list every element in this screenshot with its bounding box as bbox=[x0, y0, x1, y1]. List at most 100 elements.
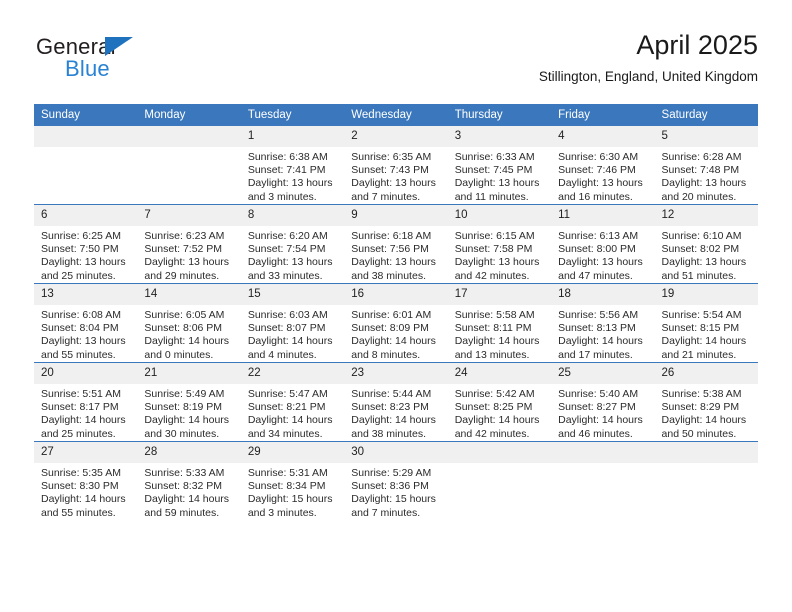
sunset-text: Sunset: 8:34 PM bbox=[247, 480, 326, 493]
calendar-day-cell[interactable]: 12 Sunrise: 6:10 AM Sunset: 8:02 PM Dayligh… bbox=[654, 204, 758, 284]
sunrise-text: Sunrise: 6:10 AM bbox=[661, 230, 742, 242]
calendar-day-cell[interactable]: 8 Sunrise: 6:20 AM Sunset: 7:54 PM Daylight… bbox=[240, 204, 345, 284]
day-details: Sunrise: 6:05 AM Sunset: 8:06 PM Daylight:… bbox=[137, 305, 240, 362]
calendar-day-cell[interactable]: 18 Sunrise: 5:56 AM Sunset: 8:13 PM Dayligh… bbox=[551, 283, 655, 363]
calendar-day-cell[interactable]: 13 Sunrise: 6:08 AM Sunset: 8:04 PM Dayligh… bbox=[34, 283, 138, 363]
daylight-text: Daylight: 13 hours and 51 minutes. bbox=[661, 256, 747, 282]
sunrise-text: Sunrise: 5:54 AM bbox=[661, 309, 742, 321]
sunrise-text: Sunrise: 6:08 AM bbox=[41, 309, 121, 321]
day-number: 16 bbox=[344, 284, 448, 305]
calendar-day-cell[interactable]: 2 Sunrise: 6:35 AM Sunset: 7:43 PM Daylight… bbox=[344, 126, 448, 205]
sunrise-text: Sunrise: 6:28 AM bbox=[661, 151, 742, 163]
calendar-day-cell[interactable]: 11 Sunrise: 6:13 AM Sunset: 8:00 PM Dayligh… bbox=[551, 204, 655, 284]
sunset-text: Sunset: 8:07 PM bbox=[247, 322, 326, 335]
daylight-text: Daylight: 14 hours and 38 minutes. bbox=[351, 414, 436, 440]
day-details: Sunrise: 6:25 AM Sunset: 7:50 PM Daylight:… bbox=[34, 226, 137, 283]
calendar-day-cell[interactable]: 3 Sunrise: 6:33 AM Sunset: 7:45 PM Daylight… bbox=[447, 126, 552, 205]
day-number bbox=[137, 126, 241, 147]
calendar-day-cell[interactable]: 5 Sunrise: 6:28 AM Sunset: 7:48 PM Daylight… bbox=[654, 126, 758, 205]
calendar-day-cell[interactable]: 25 Sunrise: 5:40 AM Sunset: 8:27 PM Dayligh… bbox=[551, 362, 655, 442]
calendar-day-cell[interactable]: 16 Sunrise: 6:01 AM Sunset: 8:09 PM Dayligh… bbox=[344, 283, 448, 363]
day-number bbox=[34, 126, 138, 147]
calendar-cell-empty bbox=[137, 126, 241, 205]
calendar-day-cell[interactable]: 19 Sunrise: 5:54 AM Sunset: 8:15 PM Dayligh… bbox=[654, 283, 758, 363]
sunset-text: Sunset: 7:45 PM bbox=[454, 164, 533, 177]
calendar-day-cell[interactable]: 10 Sunrise: 6:15 AM Sunset: 7:58 PM Dayligh… bbox=[447, 204, 552, 284]
calendar-day-cell[interactable]: 21 Sunrise: 5:49 AM Sunset: 8:19 PM Dayligh… bbox=[137, 362, 241, 442]
sunset-text: Sunset: 7:50 PM bbox=[41, 243, 119, 256]
daylight-text: Daylight: 14 hours and 8 minutes. bbox=[351, 335, 436, 361]
sunrise-text: Sunrise: 5:29 AM bbox=[351, 467, 432, 479]
day-number: 15 bbox=[240, 284, 345, 305]
calendar-day-cell[interactable]: 6 Sunrise: 6:25 AM Sunset: 7:50 PM Daylight… bbox=[34, 204, 138, 284]
sunrise-text: Sunrise: 6:30 AM bbox=[558, 151, 639, 163]
daylight-text: Daylight: 13 hours and 3 minutes. bbox=[247, 177, 333, 203]
calendar-day-cell[interactable]: 27 Sunrise: 5:35 AM Sunset: 8:30 PM Dayligh… bbox=[34, 441, 138, 520]
calendar-day-cell[interactable]: 14 Sunrise: 6:05 AM Sunset: 8:06 PM Dayligh… bbox=[137, 283, 241, 363]
calendar-day-cell[interactable]: 29 Sunrise: 5:31 AM Sunset: 8:34 PM Dayligh… bbox=[240, 441, 345, 520]
sunrise-text: Sunrise: 6:33 AM bbox=[454, 151, 535, 163]
sunset-text: Sunset: 7:48 PM bbox=[661, 164, 740, 177]
daylight-text: Daylight: 13 hours and 33 minutes. bbox=[247, 256, 333, 282]
sunrise-text: Sunrise: 6:01 AM bbox=[351, 309, 432, 321]
calendar-day-cell[interactable]: 9 Sunrise: 6:18 AM Sunset: 7:56 PM Daylight… bbox=[344, 204, 448, 284]
weekday-header-wednesday: Wednesday bbox=[344, 104, 448, 126]
calendar-day-cell[interactable]: 20 Sunrise: 5:51 AM Sunset: 8:17 PM Dayligh… bbox=[34, 362, 138, 442]
sunrise-text: Sunrise: 5:40 AM bbox=[558, 388, 639, 400]
sunset-text: Sunset: 8:36 PM bbox=[351, 480, 429, 493]
day-details: Sunrise: 6:10 AM Sunset: 8:02 PM Daylight:… bbox=[655, 226, 758, 283]
day-number: 2 bbox=[344, 126, 448, 147]
day-details: Sunrise: 5:49 AM Sunset: 8:19 PM Daylight:… bbox=[137, 384, 240, 441]
calendar-day-cell[interactable]: 23 Sunrise: 5:44 AM Sunset: 8:23 PM Dayligh… bbox=[344, 362, 448, 442]
sunrise-text: Sunrise: 6:35 AM bbox=[351, 151, 432, 163]
calendar-day-cell[interactable]: 4 Sunrise: 6:30 AM Sunset: 7:46 PM Daylight… bbox=[551, 126, 655, 205]
day-details: Sunrise: 5:29 AM Sunset: 8:36 PM Daylight:… bbox=[344, 463, 447, 520]
day-number: 10 bbox=[447, 205, 552, 226]
day-details: Sunrise: 5:51 AM Sunset: 8:17 PM Daylight:… bbox=[34, 384, 137, 441]
day-details: Sunrise: 5:44 AM Sunset: 8:23 PM Daylight:… bbox=[344, 384, 447, 441]
daylight-text: Daylight: 14 hours and 59 minutes. bbox=[144, 493, 230, 519]
calendar-week-row: 13 Sunrise: 6:08 AM Sunset: 8:04 PM Dayligh… bbox=[34, 283, 758, 363]
day-details: Sunrise: 6:08 AM Sunset: 8:04 PM Daylight:… bbox=[34, 305, 137, 362]
day-number: 22 bbox=[240, 363, 345, 384]
calendar-day-cell[interactable]: 30 Sunrise: 5:29 AM Sunset: 8:36 PM Dayligh… bbox=[344, 441, 448, 520]
sunset-text: Sunset: 7:46 PM bbox=[558, 164, 636, 177]
calendar-day-cell[interactable]: 1 Sunrise: 6:38 AM Sunset: 7:41 PM Daylight… bbox=[240, 126, 345, 205]
day-details: Sunrise: 5:33 AM Sunset: 8:32 PM Daylight:… bbox=[137, 463, 240, 520]
day-details: Sunrise: 6:38 AM Sunset: 7:41 PM Daylight:… bbox=[241, 147, 344, 204]
daylight-text: Daylight: 14 hours and 42 minutes. bbox=[454, 414, 540, 440]
day-number: 9 bbox=[344, 205, 448, 226]
sunset-text: Sunset: 8:17 PM bbox=[41, 401, 119, 414]
calendar-day-cell[interactable]: 17 Sunrise: 5:58 AM Sunset: 8:11 PM Dayligh… bbox=[447, 283, 552, 363]
day-number: 21 bbox=[137, 363, 241, 384]
day-details: Sunrise: 5:38 AM Sunset: 8:29 PM Daylight:… bbox=[655, 384, 758, 441]
sunrise-sunset-calendar: Sunday Monday Tuesday Wednesday Thursday… bbox=[34, 104, 758, 520]
daylight-text: Daylight: 14 hours and 25 minutes. bbox=[41, 414, 126, 440]
daylight-text: Daylight: 14 hours and 55 minutes. bbox=[41, 493, 126, 519]
day-number: 1 bbox=[240, 126, 345, 147]
calendar-day-cell[interactable]: 7 Sunrise: 6:23 AM Sunset: 7:52 PM Daylight… bbox=[137, 204, 241, 284]
calendar-day-cell[interactable]: 22 Sunrise: 5:47 AM Sunset: 8:21 PM Dayligh… bbox=[240, 362, 345, 442]
sunset-text: Sunset: 7:56 PM bbox=[351, 243, 429, 256]
sunset-text: Sunset: 8:23 PM bbox=[351, 401, 429, 414]
sunrise-text: Sunrise: 6:23 AM bbox=[144, 230, 225, 242]
sunrise-text: Sunrise: 5:44 AM bbox=[351, 388, 432, 400]
day-details: Sunrise: 5:35 AM Sunset: 8:30 PM Daylight:… bbox=[34, 463, 137, 520]
sunrise-text: Sunrise: 5:49 AM bbox=[144, 388, 225, 400]
day-number: 17 bbox=[447, 284, 552, 305]
calendar-day-cell[interactable]: 28 Sunrise: 5:33 AM Sunset: 8:32 PM Dayligh… bbox=[137, 441, 241, 520]
day-number: 14 bbox=[137, 284, 241, 305]
calendar-day-cell[interactable]: 24 Sunrise: 5:42 AM Sunset: 8:25 PM Dayligh… bbox=[447, 362, 552, 442]
weekday-header-sunday: Sunday bbox=[34, 104, 138, 126]
daylight-text: Daylight: 13 hours and 47 minutes. bbox=[558, 256, 643, 282]
daylight-text: Daylight: 14 hours and 46 minutes. bbox=[558, 414, 643, 440]
weekday-header-monday: Monday bbox=[137, 104, 241, 126]
sunset-text: Sunset: 7:58 PM bbox=[454, 243, 533, 256]
weekday-header-row: Sunday Monday Tuesday Wednesday Thursday… bbox=[34, 104, 758, 126]
calendar-day-cell[interactable]: 26 Sunrise: 5:38 AM Sunset: 8:29 PM Dayligh… bbox=[654, 362, 758, 442]
daylight-text: Daylight: 14 hours and 21 minutes. bbox=[661, 335, 747, 361]
sunrise-text: Sunrise: 6:05 AM bbox=[144, 309, 225, 321]
sunset-text: Sunset: 7:52 PM bbox=[144, 243, 223, 256]
sunrise-text: Sunrise: 5:33 AM bbox=[144, 467, 225, 479]
calendar-day-cell[interactable]: 15 Sunrise: 6:03 AM Sunset: 8:07 PM Dayligh… bbox=[240, 283, 345, 363]
